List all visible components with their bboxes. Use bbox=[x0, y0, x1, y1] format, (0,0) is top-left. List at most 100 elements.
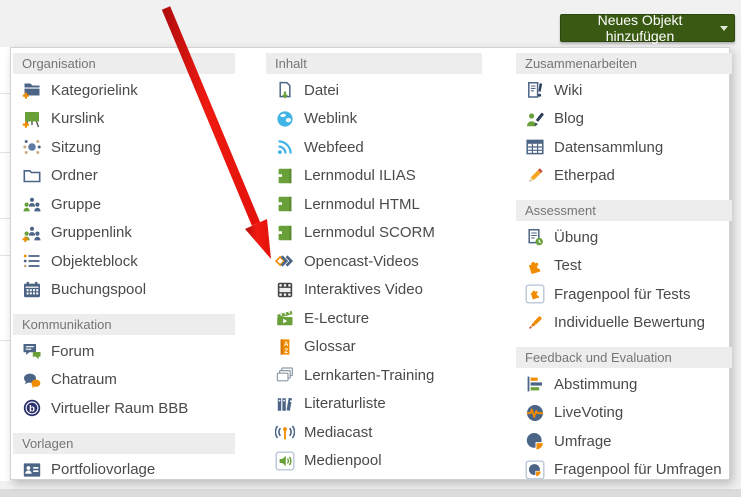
menu-item-etherpad[interactable]: Etherpad bbox=[516, 162, 732, 191]
menu-item-weblink[interactable]: Weblink bbox=[266, 105, 482, 134]
group-icon bbox=[22, 194, 42, 214]
menu-item-label: Datensammlung bbox=[554, 138, 664, 156]
menu-item-gruppe[interactable]: Gruppe bbox=[13, 190, 235, 219]
media-pool-icon bbox=[275, 451, 295, 471]
menu-item-fragenpool-tests[interactable]: Fragenpool für Tests bbox=[516, 280, 732, 309]
opencast-icon bbox=[275, 251, 295, 271]
menu-item-label: Gruppenlink bbox=[51, 224, 132, 242]
learning-module-icon bbox=[275, 194, 295, 214]
svg-text:Z: Z bbox=[284, 349, 288, 355]
menu-item-label: Medienpool bbox=[304, 452, 382, 470]
menu-item-ordner[interactable]: Ordner bbox=[13, 162, 235, 191]
menu-item-kurslink[interactable]: Kurslink bbox=[13, 105, 235, 134]
course-link-icon bbox=[22, 109, 42, 129]
menu-item-mediacast[interactable]: Mediacast bbox=[266, 418, 482, 447]
menu-item-umfrage[interactable]: Umfrage bbox=[516, 427, 732, 456]
menu-item-label: Fragenpool für Tests bbox=[554, 285, 691, 303]
add-new-object-button-label: Neues Objekt hinzufügen bbox=[597, 12, 683, 44]
group-link-icon bbox=[22, 223, 42, 243]
menu-item-forum[interactable]: Forum bbox=[13, 337, 235, 366]
mediacast-icon bbox=[275, 422, 295, 442]
forum-icon bbox=[22, 341, 42, 361]
dropdown-column-inhalt: Inhalt Datei Weblink Webfeed Lernmodul I… bbox=[266, 53, 482, 475]
menu-item-gruppenlink[interactable]: Gruppenlink bbox=[13, 219, 235, 248]
page-background-sliver bbox=[0, 47, 10, 481]
menu-item-label: Portfoliovorlage bbox=[51, 461, 156, 479]
literature-list-icon bbox=[275, 394, 295, 414]
menu-item-label: Glossar bbox=[304, 338, 356, 356]
menu-item-label: Buchungspool bbox=[51, 281, 147, 299]
menu-item-label: Lernmodul SCORM bbox=[304, 224, 435, 242]
menu-item-medienpool[interactable]: Medienpool bbox=[266, 447, 482, 476]
e-lecture-icon bbox=[275, 308, 295, 328]
webfeed-icon bbox=[275, 137, 295, 157]
section-header-assessment: Assessment bbox=[516, 200, 732, 221]
menu-item-virtueller-raum-bbb[interactable]: b Virtueller Raum BBB bbox=[13, 394, 235, 423]
menu-item-uebung[interactable]: Übung bbox=[516, 223, 732, 252]
flashcards-icon bbox=[275, 365, 295, 385]
exercise-icon bbox=[525, 227, 545, 247]
menu-item-label: Umfrage bbox=[554, 432, 612, 450]
menu-item-label: Literaturliste bbox=[304, 395, 386, 413]
menu-item-kategorielink[interactable]: Kategorielink bbox=[13, 76, 235, 105]
menu-item-label: Lernmodul HTML bbox=[304, 195, 420, 213]
data-collection-icon bbox=[525, 137, 545, 157]
menu-item-chatraum[interactable]: Chatraum bbox=[13, 366, 235, 395]
page-divider-line bbox=[0, 93, 10, 94]
survey-icon bbox=[525, 431, 545, 451]
menu-item-lernmodul-scorm[interactable]: Lernmodul SCORM bbox=[266, 219, 482, 248]
menu-item-literaturliste[interactable]: Literaturliste bbox=[266, 390, 482, 419]
portfolio-template-icon bbox=[22, 460, 42, 480]
menu-item-blog[interactable]: Blog bbox=[516, 105, 732, 134]
menu-item-livevoting[interactable]: LiveVoting bbox=[516, 399, 732, 428]
menu-item-buchungspool[interactable]: Buchungspool bbox=[13, 276, 235, 305]
menu-item-objekteblock[interactable]: Objekteblock bbox=[13, 247, 235, 276]
learning-module-icon bbox=[275, 166, 295, 186]
menu-item-label: Individuelle Bewertung bbox=[554, 314, 705, 332]
menu-item-label: Übung bbox=[554, 228, 599, 246]
menu-item-webfeed[interactable]: Webfeed bbox=[266, 133, 482, 162]
file-icon bbox=[275, 80, 295, 100]
folder-icon bbox=[22, 166, 42, 186]
session-icon bbox=[22, 137, 42, 157]
menu-item-interaktives-video[interactable]: Interaktives Video bbox=[266, 276, 482, 305]
interactive-video-icon bbox=[275, 280, 295, 300]
menu-item-label: Kurslink bbox=[51, 110, 105, 128]
menu-item-label: Kategorielink bbox=[51, 81, 138, 99]
menu-item-opencast-videos[interactable]: Opencast-Videos bbox=[266, 247, 482, 276]
section-header-kommunikation: Kommunikation bbox=[13, 314, 235, 335]
menu-item-datei[interactable]: Datei bbox=[266, 76, 482, 105]
page-divider-line bbox=[0, 218, 10, 219]
question-pool-test-icon bbox=[525, 284, 545, 304]
menu-item-label: Chatraum bbox=[51, 371, 117, 389]
bbb-room-icon: b bbox=[22, 398, 42, 418]
menu-item-label: Interaktives Video bbox=[304, 281, 423, 299]
menu-item-label: Ordner bbox=[51, 167, 98, 185]
svg-text:b: b bbox=[29, 404, 35, 415]
menu-item-label: Opencast-Videos bbox=[304, 252, 419, 270]
menu-item-datensammlung[interactable]: Datensammlung bbox=[516, 133, 732, 162]
add-new-object-button[interactable]: Neues Objekt hinzufügen bbox=[560, 12, 735, 44]
menu-item-test[interactable]: Test bbox=[516, 252, 732, 281]
menu-item-lernmodul-ilias[interactable]: Lernmodul ILIAS bbox=[266, 162, 482, 191]
menu-item-fragenpool-umfragen[interactable]: Fragenpool für Umfragen bbox=[516, 456, 732, 485]
menu-item-portfoliovorlage[interactable]: Portfoliovorlage bbox=[13, 456, 235, 485]
menu-item-lernmodul-html[interactable]: Lernmodul HTML bbox=[266, 190, 482, 219]
menu-item-label: Lernkarten-Training bbox=[304, 366, 435, 384]
page-footer-band bbox=[0, 489, 741, 497]
wiki-icon bbox=[525, 80, 545, 100]
page: { "button": { "label": "Neues Objekt hin… bbox=[0, 0, 741, 497]
menu-item-e-lecture[interactable]: E-Lecture bbox=[266, 304, 482, 333]
menu-item-abstimmung[interactable]: Abstimmung bbox=[516, 370, 732, 399]
item-group-icon bbox=[22, 251, 42, 271]
booking-pool-icon bbox=[22, 280, 42, 300]
menu-item-individuelle-bewertung[interactable]: Individuelle Bewertung bbox=[516, 309, 732, 338]
menu-item-label: Virtueller Raum BBB bbox=[51, 399, 189, 417]
menu-item-glossar[interactable]: A Z Glossar bbox=[266, 333, 482, 362]
menu-item-sitzung[interactable]: Sitzung bbox=[13, 133, 235, 162]
menu-item-wiki[interactable]: Wiki bbox=[516, 76, 732, 105]
menu-item-label: LiveVoting bbox=[554, 404, 624, 422]
menu-item-lernkarten-training[interactable]: Lernkarten-Training bbox=[266, 361, 482, 390]
page-divider-line bbox=[0, 152, 10, 153]
menu-item-label: Blog bbox=[554, 110, 585, 128]
